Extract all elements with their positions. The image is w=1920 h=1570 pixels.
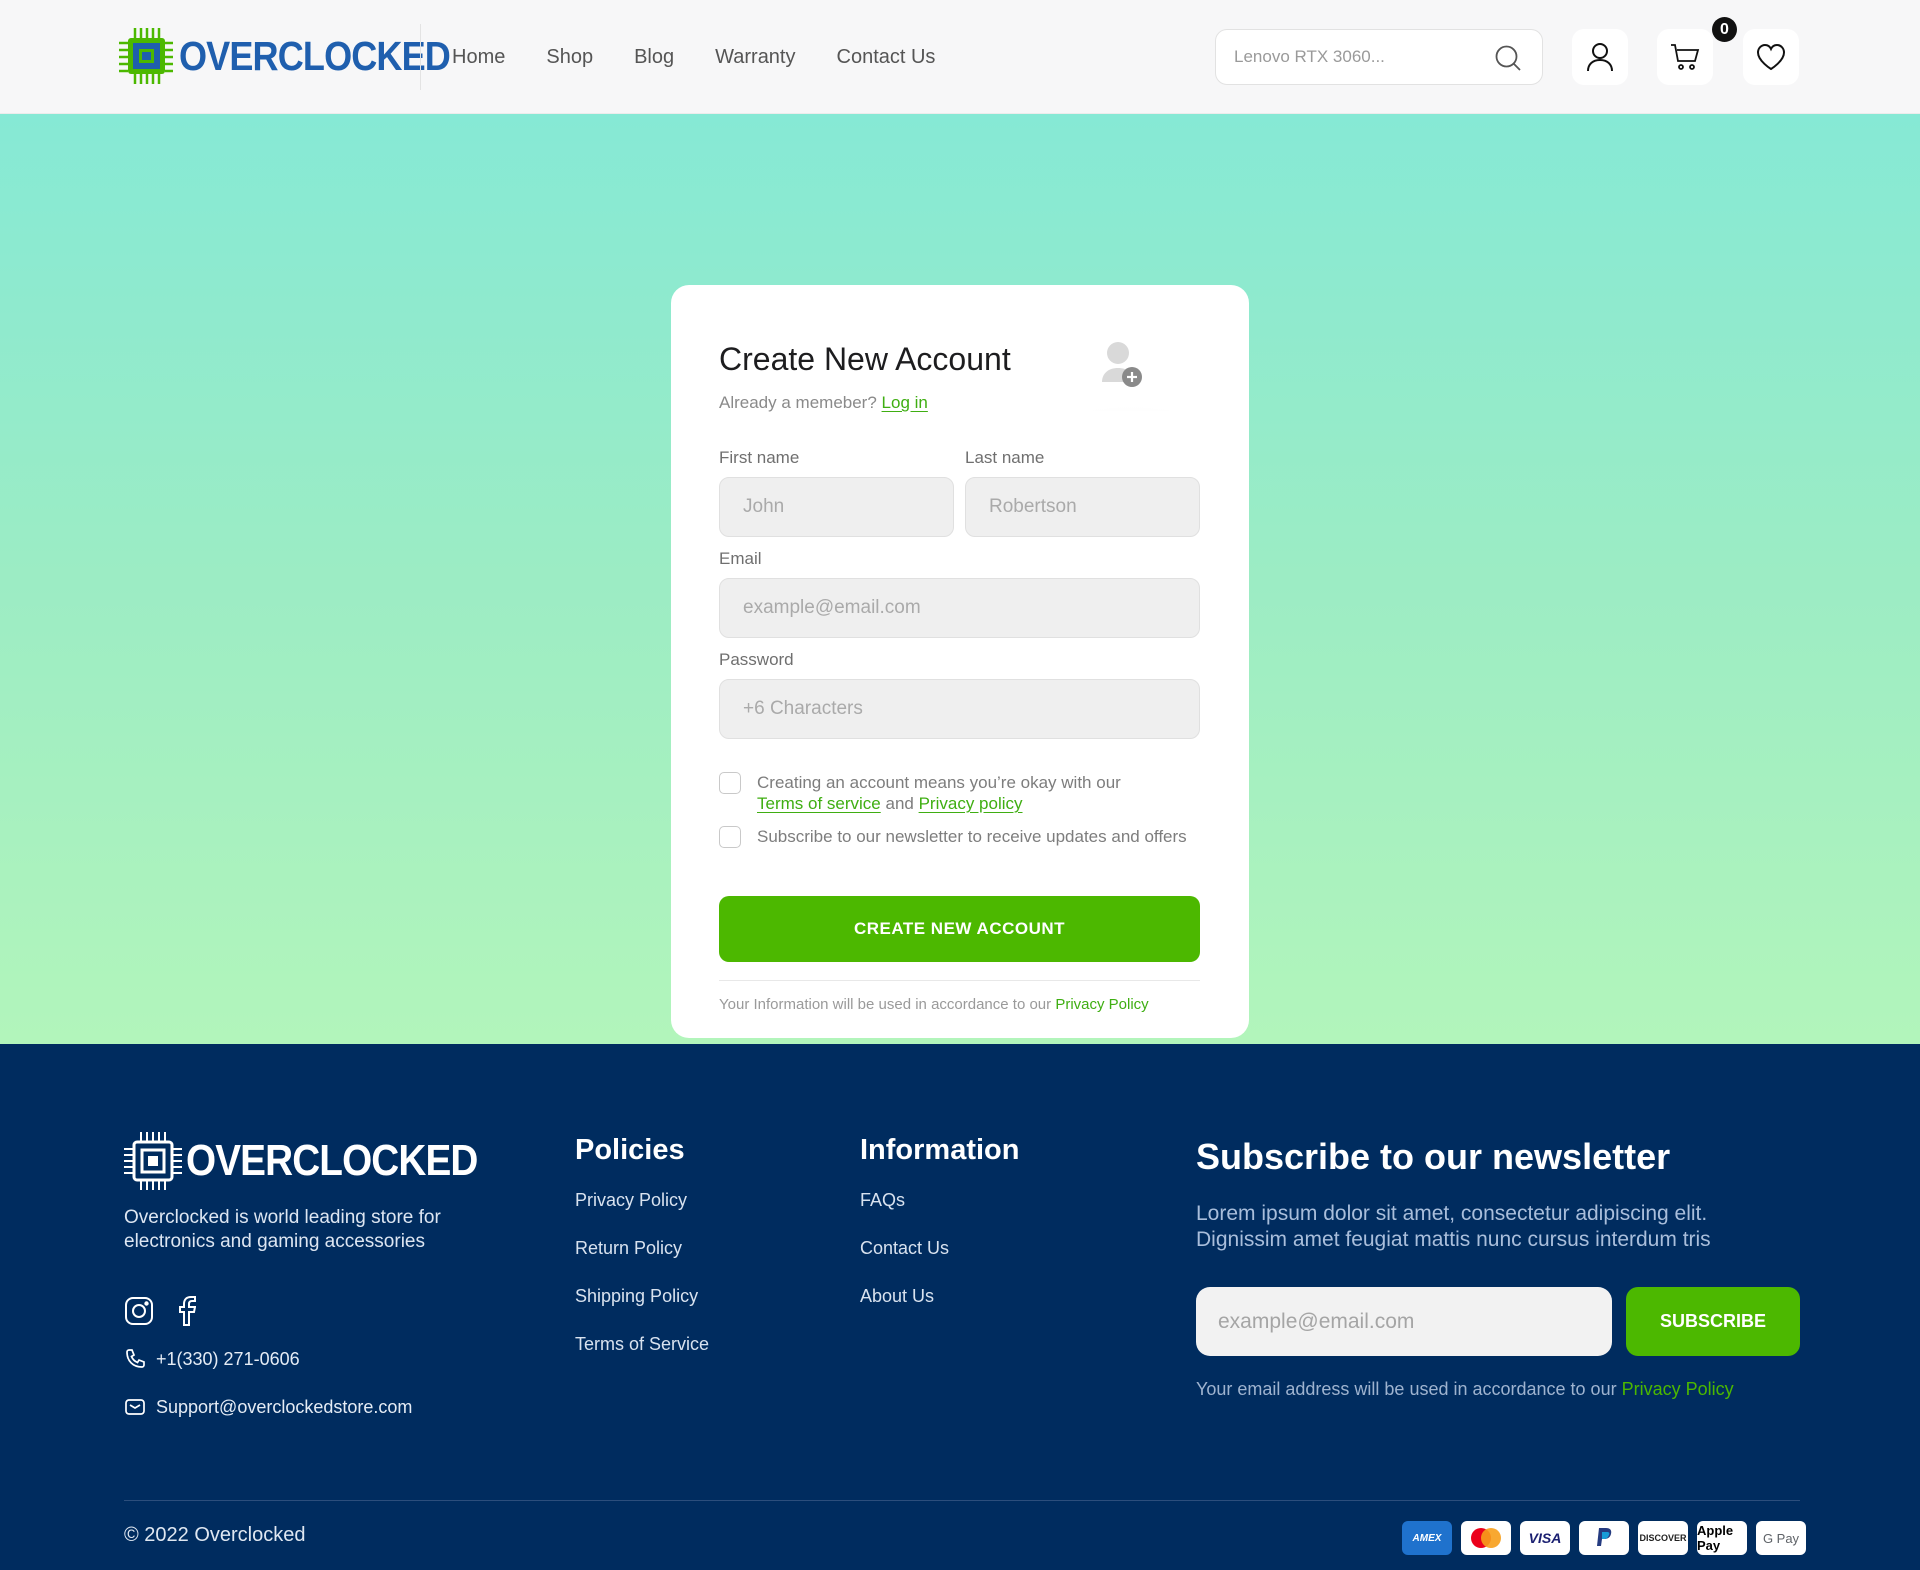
last-name-input[interactable]	[966, 478, 1199, 536]
newsletter-note-text: Your email address will be used in accor…	[1196, 1379, 1617, 1399]
add-user-illustration	[1057, 341, 1205, 431]
login-prompt: Already a memeber? Log in	[719, 393, 928, 413]
heart-icon	[1756, 43, 1786, 71]
card-title: Create New Account	[719, 341, 1011, 377]
footer-phone[interactable]: +1(330) 271-0606	[124, 1348, 300, 1370]
first-name-label: First name	[719, 448, 800, 467]
signup-card: Create New Account Already a memeber? Lo…	[671, 285, 1249, 1038]
search-input[interactable]	[1234, 30, 1484, 84]
payment-methods: AMEX VISA DISCOVER Apple Pay G Pay	[1402, 1521, 1806, 1555]
subscribe-button[interactable]: SUBSCRIBE	[1626, 1287, 1800, 1356]
footer-email[interactable]: Support@overclockedstore.com	[124, 1396, 412, 1418]
login-link[interactable]: Log in	[882, 393, 928, 412]
newsletter-description: Lorem ipsum dolor sit amet, consectetur …	[1196, 1202, 1711, 1251]
copyright: © 2022 Overclocked	[124, 1524, 306, 1546]
cart-button[interactable]	[1657, 29, 1713, 85]
header-divider	[420, 24, 421, 90]
newsletter-title: Subscribe to our newsletter	[1196, 1136, 1671, 1177]
paypal-icon	[1579, 1521, 1629, 1555]
phone-number: +1(330) 271-0606	[156, 1348, 300, 1369]
footer-link-shipping-policy[interactable]: Shipping Policy	[575, 1286, 698, 1307]
user-icon	[1587, 43, 1613, 72]
first-name-field	[719, 477, 954, 537]
newsletter-note: Your email address will be used in accor…	[1196, 1379, 1734, 1400]
last-name-label: Last name	[965, 448, 1045, 467]
footer-logo[interactable]: OVERCLOCKED	[124, 1132, 517, 1190]
mastercard-icon	[1461, 1521, 1511, 1555]
chip-logo-icon	[119, 28, 173, 84]
first-name-input[interactable]	[720, 478, 953, 536]
site-header: OVERCLOCKED Home Shop Blog Warranty Cont…	[0, 0, 1920, 114]
card-divider	[719, 980, 1200, 981]
newsletter-email-field	[1196, 1287, 1612, 1356]
brand-name: OVERCLOCKED	[179, 32, 451, 79]
privacy-policy-link[interactable]: Privacy policy	[919, 794, 1023, 813]
terms-checkbox[interactable]	[719, 772, 741, 794]
privacy-note: Your Information will be used in accorda…	[719, 996, 1149, 1013]
newsletter-checkbox[interactable]	[719, 826, 741, 848]
password-label: Password	[719, 650, 794, 669]
apple-pay-icon: Apple Pay	[1697, 1521, 1747, 1555]
policies-title: Policies	[575, 1134, 685, 1166]
chip-logo-icon	[124, 1132, 182, 1190]
newsletter-privacy-link[interactable]: Privacy Policy	[1622, 1379, 1734, 1399]
terms-and: and	[885, 794, 914, 813]
mail-icon	[125, 1399, 145, 1415]
newsletter-email-input[interactable]	[1196, 1287, 1612, 1356]
add-user-icon	[1057, 342, 1205, 431]
facebook-icon[interactable]	[176, 1296, 196, 1326]
account-button[interactable]	[1572, 29, 1628, 85]
footer-link-contact-us[interactable]: Contact Us	[860, 1238, 949, 1259]
signup-section: Create New Account Already a memeber? Lo…	[0, 114, 1920, 1044]
phone-icon	[126, 1349, 145, 1368]
support-email: Support@overclockedstore.com	[156, 1396, 413, 1417]
create-account-button[interactable]: CREATE NEW ACCOUNT	[719, 896, 1200, 962]
footer-link-about-us[interactable]: About Us	[860, 1286, 934, 1307]
already-text: Already a memeber?	[719, 393, 877, 412]
amex-icon: AMEX	[1402, 1521, 1452, 1555]
footer-link-privacy-policy[interactable]: Privacy Policy	[575, 1190, 687, 1211]
footer-brand-name: OVERCLOCKED	[186, 1136, 478, 1185]
footer-link-return-policy[interactable]: Return Policy	[575, 1238, 682, 1259]
newsletter-text: Subscribe to our newsletter to receive u…	[757, 827, 1187, 846]
nav-warranty[interactable]: Warranty	[715, 44, 795, 70]
main-nav: Home Shop Blog Warranty Contact Us	[452, 44, 976, 70]
password-input[interactable]	[720, 680, 1199, 738]
nav-contact-us[interactable]: Contact Us	[837, 44, 936, 70]
terms-of-service-link[interactable]: Terms of service	[757, 794, 881, 813]
brand-logo[interactable]: OVERCLOCKED	[119, 26, 487, 86]
google-pay-icon: G Pay	[1756, 1521, 1806, 1555]
terms-text: Creating an account means you’re okay wi…	[757, 772, 1187, 814]
cart-icon	[1671, 44, 1700, 70]
nav-blog[interactable]: Blog	[634, 44, 674, 70]
terms-statement: Creating an account means you’re okay wi…	[757, 773, 1121, 792]
wishlist-button[interactable]	[1743, 29, 1799, 85]
cart-count-badge: 0	[1712, 17, 1737, 42]
instagram-icon[interactable]	[124, 1296, 154, 1326]
nav-shop[interactable]: Shop	[546, 44, 593, 70]
email-field	[719, 578, 1200, 638]
email-input[interactable]	[720, 579, 1199, 637]
email-label: Email	[719, 549, 762, 568]
site-footer: OVERCLOCKED Overclocked is world leading…	[0, 1044, 1920, 1570]
footer-link-faqs[interactable]: FAQs	[860, 1190, 905, 1211]
visa-icon: VISA	[1520, 1521, 1570, 1555]
nav-home[interactable]: Home	[452, 44, 505, 70]
footer-description: Overclocked is world leading store for e…	[124, 1207, 441, 1252]
privacy-note-text: Your Information will be used in accorda…	[719, 996, 1052, 1013]
privacy-note-link[interactable]: Privacy Policy	[1055, 996, 1148, 1013]
password-field	[719, 679, 1200, 739]
information-title: Information	[860, 1134, 1020, 1166]
discover-icon: DISCOVER	[1638, 1521, 1688, 1555]
last-name-field	[965, 477, 1200, 537]
search-box	[1215, 29, 1543, 85]
search-icon[interactable]	[1494, 44, 1522, 72]
footer-link-terms-of-service[interactable]: Terms of Service	[575, 1334, 709, 1355]
footer-divider	[124, 1500, 1800, 1501]
